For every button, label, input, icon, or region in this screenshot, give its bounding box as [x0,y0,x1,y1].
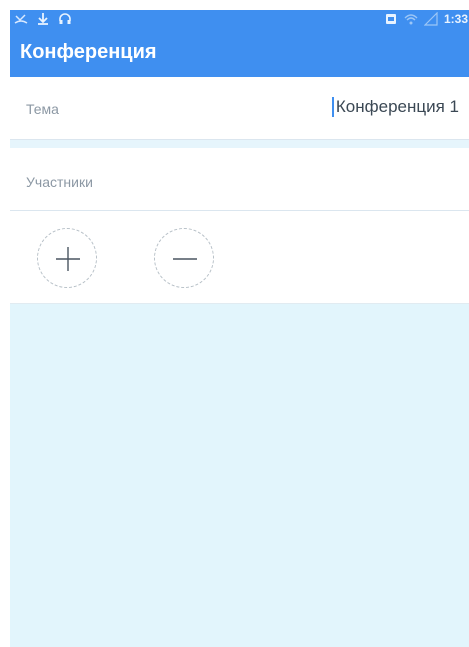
plus-icon [56,247,80,271]
section-divider [10,140,469,148]
status-bar: 1:33 [10,10,469,28]
participants-label: Участники [26,174,93,190]
page-title: Конференция [20,41,157,63]
remove-participant-button[interactable] [154,228,214,288]
topic-row[interactable]: Тема Конференция 1 [10,77,469,140]
sim-icon [385,14,396,24]
topic-label: Тема [26,101,59,117]
headset-icon [59,13,71,24]
screen: 1:33 Конференция Тема Конференция 1 Учас… [0,0,469,647]
status-right: 1:33 [384,12,469,26]
participants-row: Участники [10,148,469,211]
status-left [14,12,72,26]
participant-actions [10,211,469,303]
add-participant-button[interactable] [37,228,97,288]
status-time: 1:33 [443,12,468,26]
participants-list[interactable] [10,303,469,647]
app-toolbar: Конференция [10,28,469,77]
topic-input[interactable]: Конференция 1 [331,97,459,117]
missed-call-icon [14,14,28,24]
wifi-icon [404,14,418,25]
signal-icon [423,12,438,26]
download-icon [38,13,48,25]
minus-icon [173,258,197,260]
